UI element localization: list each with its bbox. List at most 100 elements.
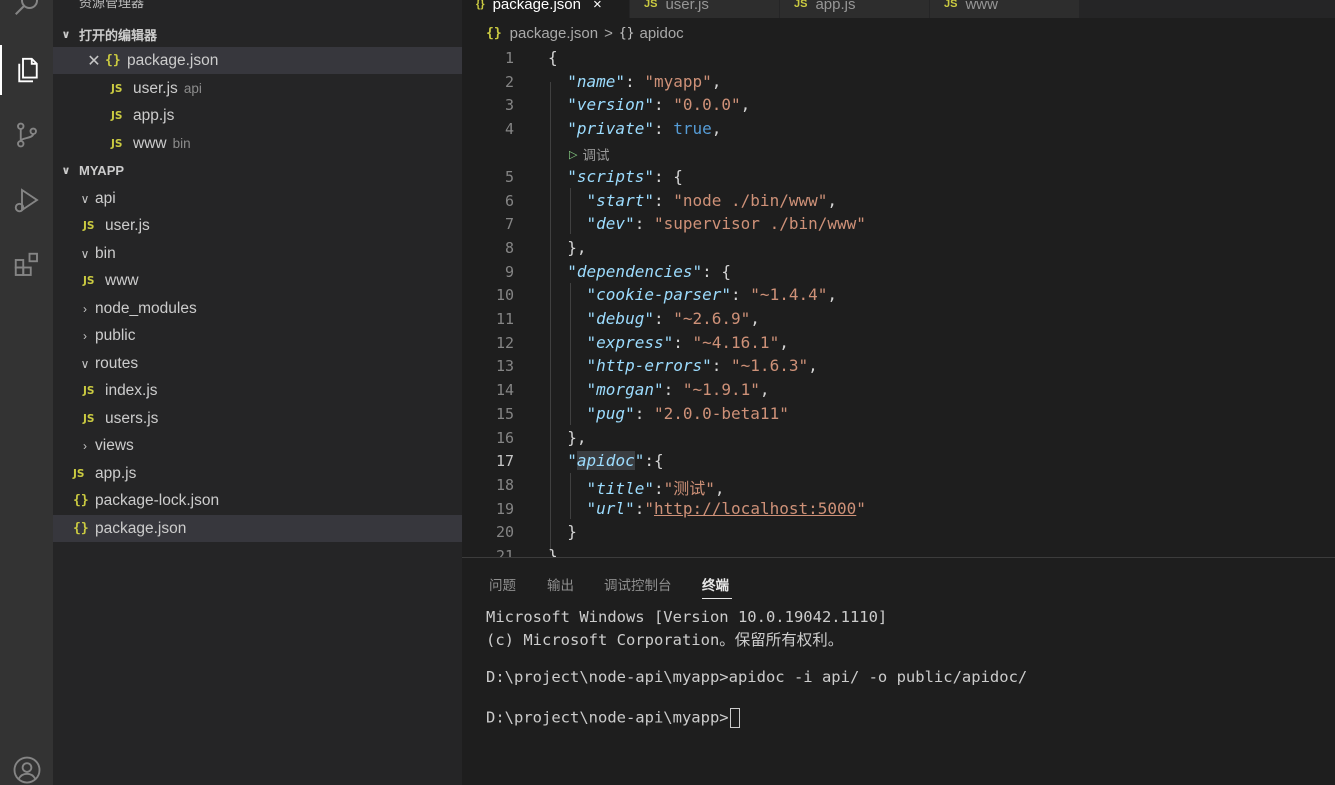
active-tab-indicator	[702, 598, 732, 599]
line-number: 5	[504, 167, 514, 186]
code-line: }	[548, 522, 577, 542]
explorer-sidebar: 资源管理器 ∨ 打开的编辑器 ✕ {} package.json JS user…	[53, 0, 462, 785]
project-header[interactable]: ∨ MYAPP	[53, 157, 462, 183]
code-line: "http-errors": "~1.6.3",	[586, 356, 818, 376]
chevron-down-icon: ∨	[80, 356, 90, 371]
line-number: 3	[504, 96, 514, 115]
tree-folder-node-modules[interactable]: › node_modules	[53, 295, 462, 322]
account-icon[interactable]	[0, 745, 53, 785]
code-line: },	[548, 237, 587, 257]
tree-file-user-js[interactable]: JS user.js	[53, 212, 462, 239]
line-number: 14	[495, 381, 514, 400]
js-file-icon: JS	[83, 384, 95, 397]
terminal-prompt: D:\project\node-api\myapp>	[486, 708, 729, 727]
code-line: "title":"测试",	[586, 478, 725, 498]
code-line: "name": "myapp",	[567, 71, 722, 91]
tree-folder-bin[interactable]: ∨ bin	[53, 240, 462, 267]
code-line: "pug": "2.0.0-beta11"	[586, 403, 789, 423]
line-number: 19	[495, 499, 514, 518]
tree-folder-views[interactable]: › views	[53, 432, 462, 459]
activity-bar	[0, 0, 53, 785]
code-line: "dependencies": {	[567, 261, 732, 281]
debug-codelens[interactable]: ▷ 调试	[569, 144, 609, 164]
js-file-icon: JS	[83, 274, 95, 287]
chevron-down-icon: ∨	[61, 28, 71, 41]
breadcrumb-file[interactable]: package.json	[510, 25, 598, 42]
tree-file-package-lock-json[interactable]: {} package-lock.json	[53, 487, 462, 514]
line-number: 7	[504, 215, 514, 234]
line-number: 8	[504, 238, 514, 257]
code-line: "url":"http://localhost:5000"	[586, 498, 866, 518]
open-editor-package-json[interactable]: ✕ {} package.json	[53, 47, 462, 74]
run-icon: ▷	[569, 148, 578, 161]
close-icon[interactable]: ×	[593, 0, 602, 13]
tree-folder-api[interactable]: ∨ api	[53, 185, 462, 212]
code-editor[interactable]: ▷ 调试 1 {2 "name": "myapp", 3 "version": "0…	[462, 46, 1335, 557]
open-editor-app-js[interactable]: JS app.js	[53, 102, 462, 129]
line-number: 12	[495, 333, 514, 352]
js-file-icon: JS	[73, 467, 85, 480]
line-number: 18	[495, 475, 514, 494]
line-number: 11	[495, 310, 514, 328]
json-file-icon: {}	[73, 521, 89, 536]
breadcrumb-symbol[interactable]: apidoc	[639, 25, 683, 42]
tree-file-www[interactable]: JS www	[53, 267, 462, 294]
tab-www[interactable]: JS www	[930, 0, 1080, 18]
code-line: "dev": "supervisor ./bin/www"	[586, 214, 866, 234]
open-editor-user-js[interactable]: JS user.js api	[53, 75, 462, 102]
code-line: {	[548, 48, 558, 67]
open-editor-desc: bin	[172, 136, 191, 151]
tree-file-users-js[interactable]: JS users.js	[53, 405, 462, 432]
search-icon[interactable]	[0, 0, 53, 28]
js-file-icon: JS	[794, 0, 808, 10]
line-number: 2	[504, 72, 514, 91]
files-icon[interactable]	[0, 45, 53, 95]
js-file-icon: JS	[111, 82, 123, 95]
code-line: },	[548, 427, 587, 447]
open-editors-header[interactable]: ∨ 打开的编辑器	[53, 21, 462, 47]
code-line: }	[548, 546, 558, 557]
open-editor-desc: api	[183, 81, 202, 96]
terminal-line: D:\project\node-api\myapp>apidoc -i api/…	[486, 668, 1028, 686]
close-icon[interactable]: ✕	[83, 51, 105, 71]
chevron-right-icon: ›	[83, 438, 87, 453]
tab-output[interactable]: 输出	[547, 574, 574, 594]
tree-file-app-js[interactable]: JS app.js	[53, 460, 462, 487]
code-line: "version": "0.0.0",	[567, 95, 751, 115]
tree-folder-routes[interactable]: ∨ routes	[53, 350, 462, 377]
line-number: 13	[495, 357, 514, 376]
js-file-icon: JS	[83, 412, 95, 425]
open-editor-www[interactable]: JS www bin	[53, 130, 462, 157]
line-number: 16	[495, 428, 514, 447]
chevron-right-icon: >	[604, 24, 613, 42]
code-line: "cookie-parser": "~1.4.4",	[586, 285, 837, 305]
tree-file-index-js[interactable]: JS index.js	[53, 377, 462, 404]
extensions-icon[interactable]	[0, 240, 53, 290]
tab-app-js[interactable]: JS app.js	[780, 0, 930, 18]
run-debug-icon[interactable]	[0, 175, 53, 225]
object-symbol-icon: {}	[618, 25, 635, 41]
code-line: "express": "~4.16.1",	[586, 332, 789, 352]
tab-terminal[interactable]: 终端	[702, 574, 729, 594]
code-line: "scripts": {	[567, 166, 683, 186]
line-number: 20	[495, 523, 514, 542]
bottom-panel: 问题 输出 调试控制台 终端 Microsoft Windows [Versio…	[462, 557, 1335, 785]
tab-user-js[interactable]: JS user.js	[630, 0, 780, 18]
js-file-icon: JS	[111, 137, 123, 150]
tree-folder-public[interactable]: › public	[53, 322, 462, 349]
js-file-icon: JS	[83, 219, 95, 232]
tab-debug-console[interactable]: 调试控制台	[604, 574, 672, 594]
code-line: "morgan": "~1.9.1",	[586, 380, 770, 400]
line-number: 21	[495, 547, 514, 557]
tree-file-package-json[interactable]: {} package.json	[53, 515, 462, 542]
chevron-right-icon: ›	[83, 328, 87, 343]
tab-package-json[interactable]: {} package.json ×	[462, 0, 630, 18]
terminal-prompt-line[interactable]: D:\project\node-api\myapp>	[486, 708, 740, 728]
terminal-cursor	[729, 708, 740, 728]
explorer-title: 资源管理器	[79, 0, 145, 10]
source-control-icon[interactable]	[0, 110, 53, 160]
tab-problems[interactable]: 问题	[489, 574, 516, 594]
chevron-right-icon: ›	[83, 301, 87, 316]
code-line: "start": "node ./bin/www",	[586, 190, 837, 210]
code-line: "debug": "~2.6.9",	[586, 309, 760, 328]
